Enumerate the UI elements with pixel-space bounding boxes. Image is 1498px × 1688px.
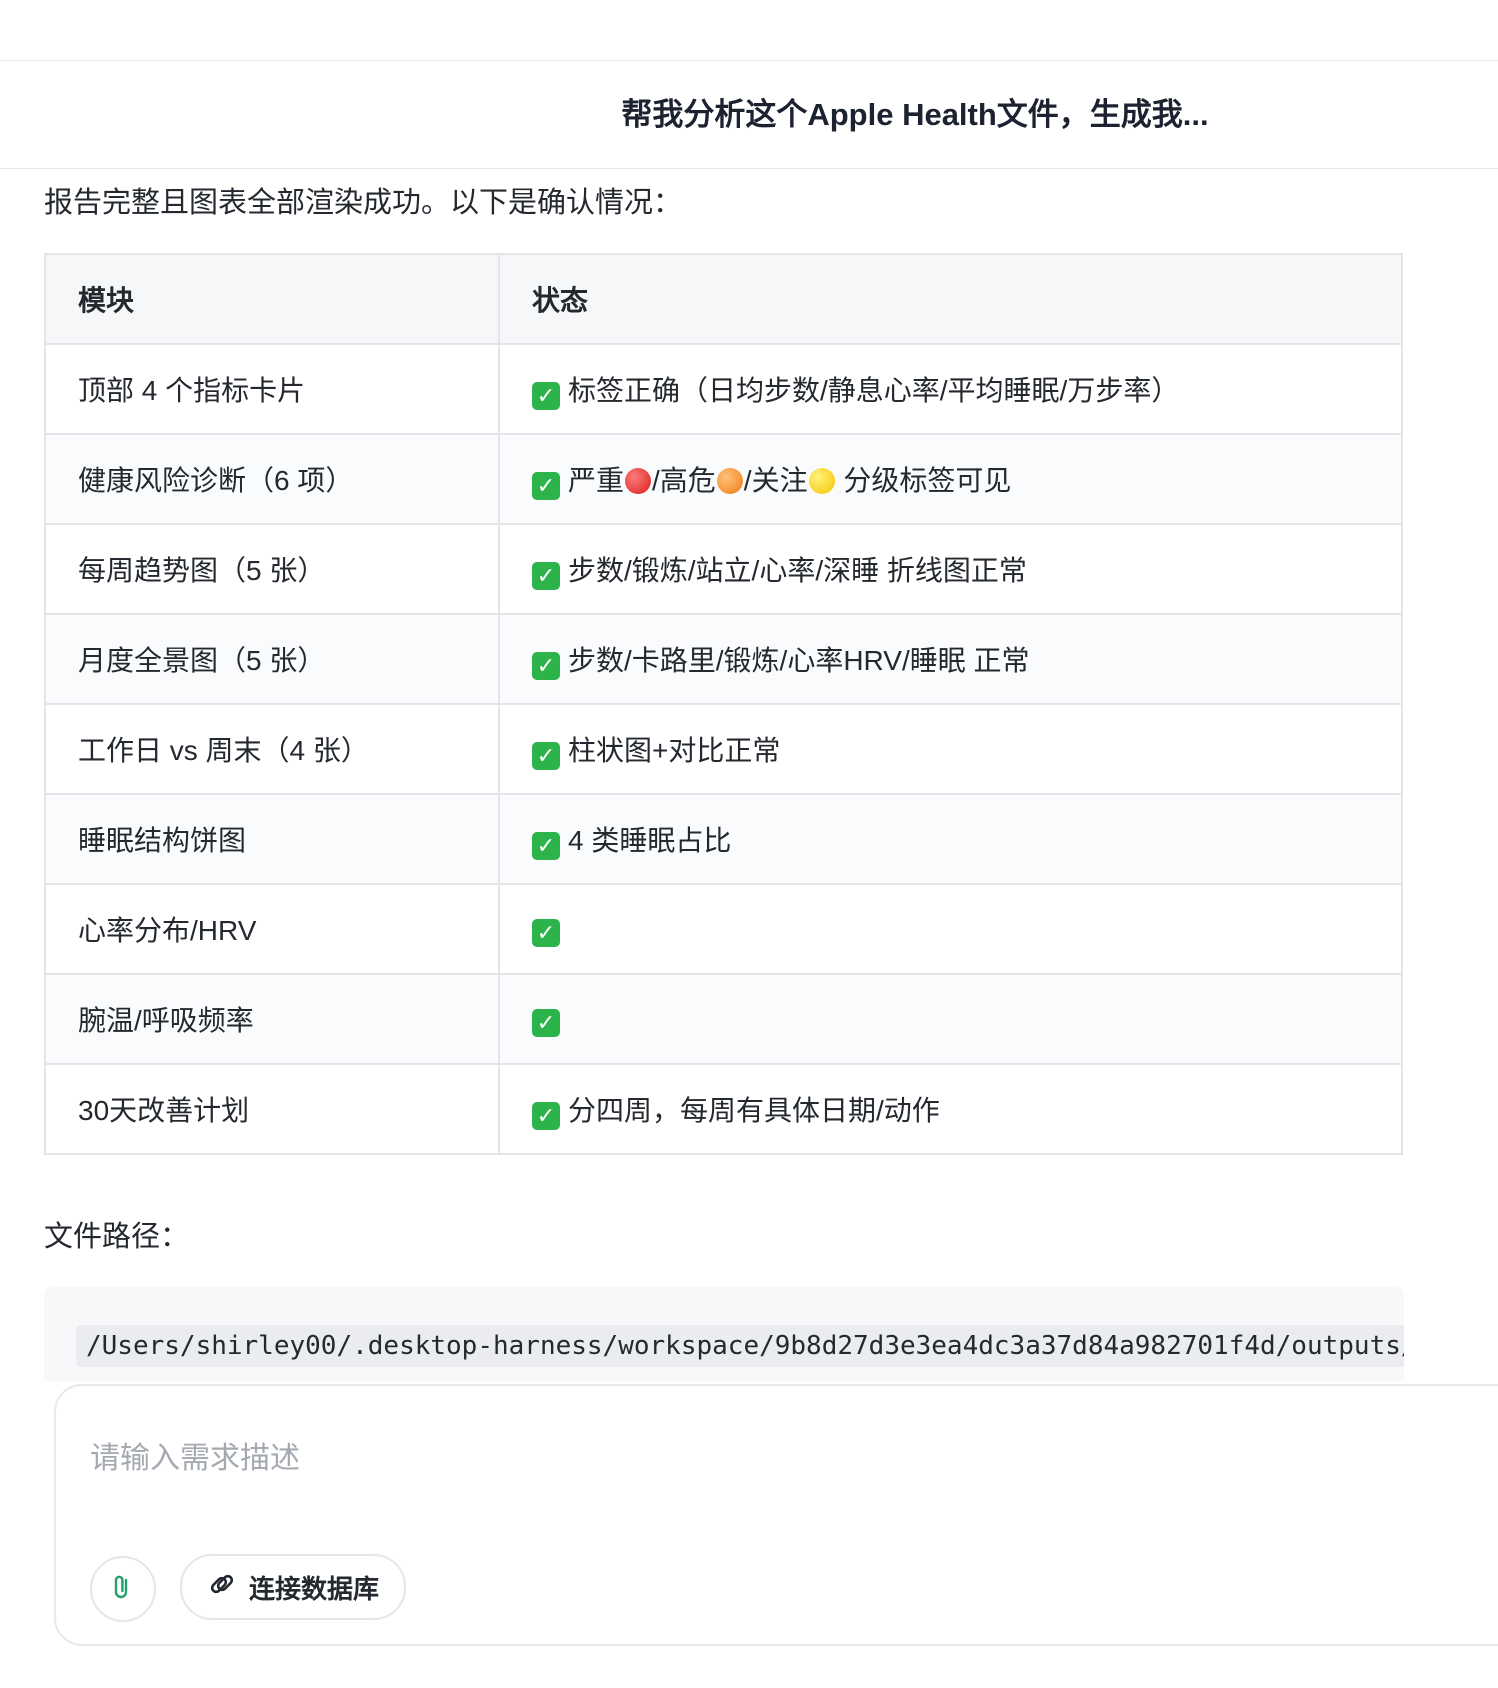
check-icon: ✓	[532, 381, 560, 410]
table-row: 健康风险诊断（6 项） ✓ 严重/高危/关注 分级标签可见	[44, 433, 1403, 525]
table-row: 30天改善计划 ✓ 分四周，每周有具体日期/动作	[44, 1063, 1403, 1155]
conversation-title: 帮我分析这个Apple Health文件，生成我...	[621, 97, 1209, 132]
connect-database-label: 连接数据库	[248, 1573, 379, 1604]
column-header-status: 状态	[498, 253, 1403, 345]
conversation-header: 帮我分析这个Apple Health文件，生成我...	[0, 61, 1498, 169]
table-row: 顶部 4 个指标卡片 ✓ 标签正确（日均步数/静息心率/平均睡眠/万步率）	[44, 343, 1403, 435]
check-icon: ✓	[532, 1101, 560, 1130]
module-cell: 健康风险诊断（6 项）	[44, 433, 500, 525]
check-icon: ✓	[532, 831, 560, 860]
status-text-severe: 严重	[568, 464, 625, 496]
module-cell: 睡眠结构饼图	[44, 793, 500, 885]
status-cell: ✓	[498, 973, 1403, 1065]
yellow-circle-icon	[808, 467, 835, 494]
status-cell: ✓ 柱状图+对比正常	[498, 703, 1403, 795]
module-cell: 月度全景图（5 张）	[44, 613, 500, 705]
module-cell: 顶部 4 个指标卡片	[44, 343, 500, 435]
message-area[interactable]: 报告完整且图表全部渲染成功。以下是确认情况： 模块 状态 顶部 4 个指标卡片 …	[0, 169, 1498, 1381]
status-cell: ✓ 标签正确（日均步数/静息心率/平均睡眠/万步率）	[498, 343, 1403, 435]
status-cell: ✓ 严重/高危/关注 分级标签可见	[498, 433, 1403, 525]
status-cell: ✓	[498, 883, 1403, 975]
status-cell: ✓ 步数/锻炼/站立/心率/深睡 折线图正常	[498, 523, 1403, 615]
database-link-icon	[207, 1569, 237, 1606]
status-text: 步数/锻炼/站立/心率/深睡 折线图正常	[568, 554, 1027, 586]
status-text: 柱状图+对比正常	[568, 734, 781, 766]
check-icon: ✓	[532, 651, 560, 680]
status-text-watch: /关注	[743, 464, 808, 496]
module-cell: 心率分布/HRV	[44, 883, 500, 975]
check-icon: ✓	[532, 918, 560, 947]
table-row: 心率分布/HRV ✓	[44, 883, 1403, 975]
status-cell: ✓ 4 类睡眠占比	[498, 793, 1403, 885]
module-cell: 工作日 vs 周末（4 张）	[44, 703, 500, 795]
table-header-row: 模块 状态	[44, 253, 1403, 345]
file-path-label: 文件路径：	[44, 1221, 190, 1253]
status-text: 标签正确（日均步数/静息心率/平均睡眠/万步率）	[568, 374, 1180, 406]
check-icon: ✓	[532, 561, 560, 590]
status-text-tail: 分级标签可见	[835, 464, 1012, 496]
red-circle-icon	[625, 467, 652, 494]
connect-database-button[interactable]: 连接数据库	[180, 1554, 406, 1620]
table-row: 每周趋势图（5 张） ✓ 步数/锻炼/站立/心率/深睡 折线图正常	[44, 523, 1403, 615]
table-row: 月度全景图（5 张） ✓ 步数/卡路里/锻炼/心率HRV/睡眠 正常	[44, 613, 1403, 705]
status-text: 分四周，每周有具体日期/动作	[568, 1094, 940, 1126]
check-icon: ✓	[532, 471, 560, 500]
check-icon: ✓	[532, 741, 560, 770]
module-cell: 腕温/呼吸频率	[44, 973, 500, 1065]
code-block: /Users/shirley00/.desktop-harness/worksp…	[44, 1287, 1404, 1381]
table-row: 睡眠结构饼图 ✓ 4 类睡眠占比	[44, 793, 1403, 885]
status-text-high: /高危	[652, 464, 716, 496]
check-icon: ✓	[532, 1008, 560, 1037]
status-cell: ✓ 步数/卡路里/锻炼/心率HRV/睡眠 正常	[498, 613, 1403, 705]
table-row: 腕温/呼吸频率 ✓	[44, 973, 1403, 1065]
module-cell: 每周趋势图（5 张）	[44, 523, 500, 615]
module-cell: 30天改善计划	[44, 1063, 500, 1155]
composer: 连接数据库	[54, 1384, 1498, 1646]
status-text: 4 类睡眠占比	[568, 824, 732, 856]
paperclip-icon	[109, 1572, 137, 1607]
top-bar	[0, 0, 1498, 61]
column-header-module: 模块	[44, 253, 500, 345]
intro-text: 报告完整且图表全部渲染成功。以下是确认情况：	[44, 187, 683, 219]
table-row: 工作日 vs 周末（4 张） ✓ 柱状图+对比正常	[44, 703, 1403, 795]
attach-button[interactable]	[90, 1556, 156, 1622]
prompt-input[interactable]	[90, 1436, 1390, 1482]
status-cell: ✓ 分四周，每周有具体日期/动作	[498, 1063, 1403, 1155]
orange-circle-icon	[716, 467, 743, 494]
file-path-code[interactable]: /Users/shirley00/.desktop-harness/worksp…	[76, 1325, 1404, 1367]
status-table: 模块 状态 顶部 4 个指标卡片 ✓ 标签正确（日均步数/静息心率/平均睡眠/万步…	[44, 253, 1403, 1155]
status-text: 步数/卡路里/锻炼/心率HRV/睡眠 正常	[568, 644, 1030, 676]
